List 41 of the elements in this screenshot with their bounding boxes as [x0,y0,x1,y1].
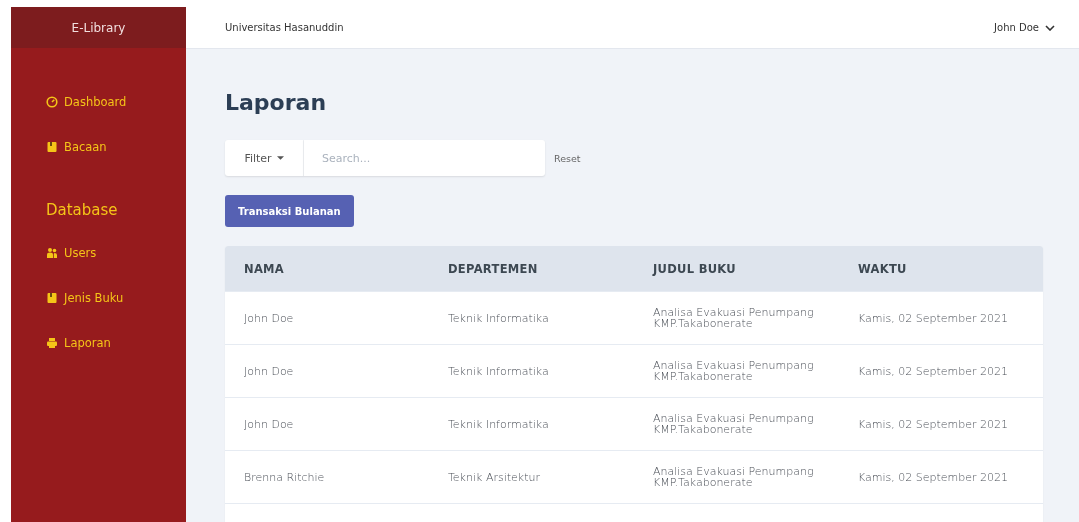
monthly-transaction-button[interactable]: Transaksi Bulanan [225,195,354,227]
column-header: NAMA [244,261,286,276]
sidebar-item[interactable]: Dashboard [46,95,127,109]
table-cell: John Doe [244,311,294,325]
filter-dropdown[interactable]: Filter [225,140,304,176]
table-cell: Teknik Informatika [448,364,549,378]
institution-name: Universitas Hasanuddin [225,22,344,33]
table-cell: Teknik Informatika [448,417,549,431]
table-cell: John Doe [244,417,294,431]
table-cell: Kamis, 02 September 2021 [858,470,1009,484]
book-icon [46,141,58,153]
printer-icon [46,337,58,349]
sidebar-item[interactable]: Jenis Buku [46,291,124,305]
brand-title: E-Library [11,7,186,48]
gauge-icon [46,96,58,108]
reset-link[interactable]: Reset [554,152,581,164]
table-cell: Brenna Ritchie [244,470,325,484]
table-cell: Kamis, 02 September 2021 [858,417,1009,431]
table-cell: John Doe [244,364,294,378]
page-title: Laporan [225,89,328,117]
table-cell: Teknik Arsitektur [448,470,540,484]
chevron-down-icon [1045,24,1055,31]
book-icon [46,292,58,304]
column-header: WAKTU [858,261,908,276]
table-cell: Kamis, 02 September 2021 [858,364,1009,378]
table-cell: Analisa Evakuasi Penumpang KMP.Takabonerate [653,306,814,330]
column-header: JUDUL BUKU [653,261,737,276]
users-icon [46,247,58,259]
section-heading: Database [46,201,118,219]
sidebar-item[interactable]: Users [46,246,97,260]
table-cell: Kamis, 02 September 2021 [858,311,1009,325]
caret-icon [276,156,284,160]
table-cell: Teknik Informatika [448,311,549,325]
sidebar-item[interactable]: Laporan [46,336,111,350]
table-cell: Analisa Evakuasi Penumpang KMP.Takabonerate [653,412,814,436]
column-header: DEPARTEMEN [448,261,539,276]
table-cell: Analisa Evakuasi Penumpang KMP.Takabonerate [653,359,814,383]
user-menu[interactable]: John Doe [994,20,1055,35]
search-field[interactable]: Search... [304,140,545,176]
table-cell: Analisa Evakuasi Penumpang KMP.Takabonerate [653,465,814,489]
sidebar-item[interactable]: Bacaan [46,140,107,154]
